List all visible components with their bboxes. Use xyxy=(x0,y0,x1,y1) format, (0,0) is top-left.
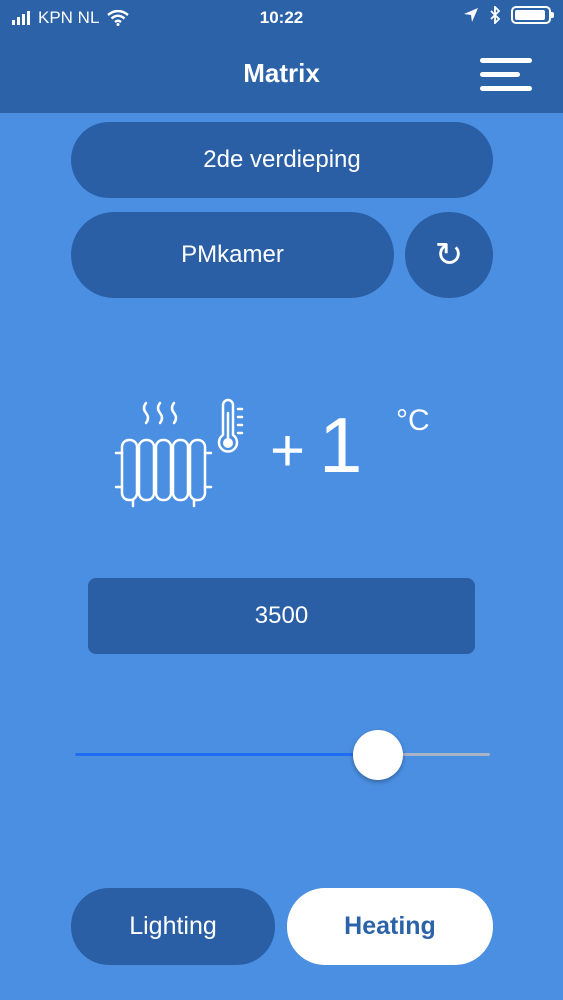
location-arrow-icon xyxy=(464,8,478,22)
nav-bar: Matrix xyxy=(0,36,563,113)
slider-thumb[interactable] xyxy=(352,730,403,780)
menu-button[interactable] xyxy=(480,58,536,92)
refresh-button[interactable]: ↻ xyxy=(405,212,493,298)
refresh-icon: ↻ xyxy=(434,236,464,274)
page-title: Matrix xyxy=(243,58,320,88)
temperature-offset: +1 xyxy=(270,400,362,490)
offset-value: 1 xyxy=(319,401,363,489)
value-display[interactable]: 3500 xyxy=(88,578,475,654)
status-right xyxy=(463,6,554,24)
battery-icon xyxy=(511,6,554,24)
status-bar: KPN NL 10:22 xyxy=(0,0,563,36)
floor-selector-button[interactable]: 2de verdieping xyxy=(71,122,493,198)
temperature-slider[interactable] xyxy=(75,730,490,780)
tab-lighting[interactable]: Lighting xyxy=(71,888,275,965)
bluetooth-icon xyxy=(490,6,501,24)
temperature-unit: °C xyxy=(396,404,430,437)
tab-heating[interactable]: Heating xyxy=(287,888,493,965)
radiator-thermometer-icon xyxy=(114,398,244,508)
offset-sign: + xyxy=(270,417,306,484)
slider-track-fill xyxy=(75,753,378,756)
room-selector-button[interactable]: PMkamer xyxy=(71,212,394,298)
